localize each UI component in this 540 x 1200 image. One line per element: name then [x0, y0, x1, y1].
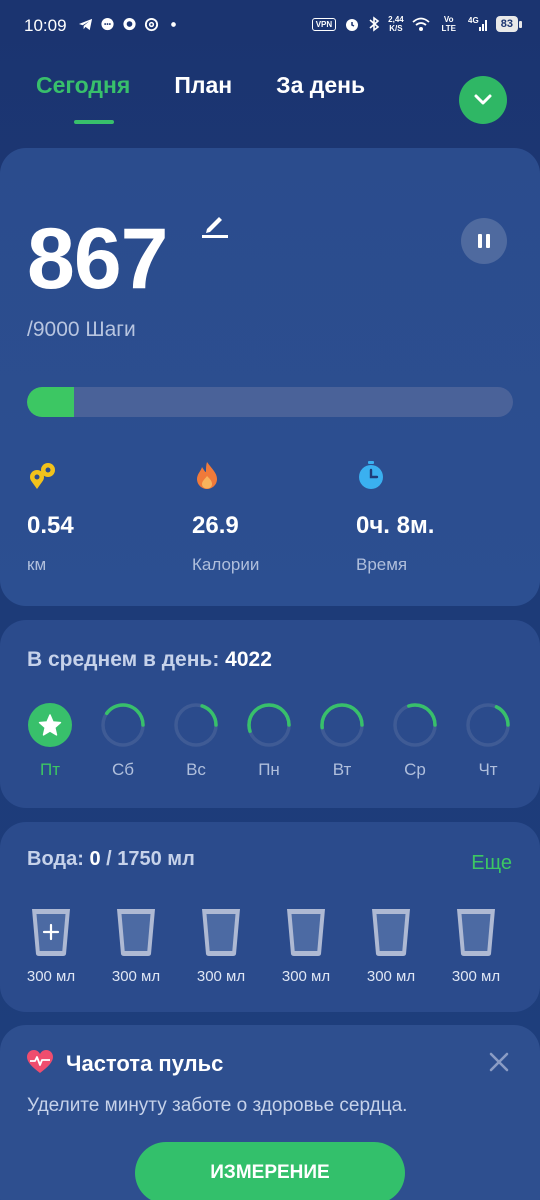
- day-label: Пт: [39, 760, 60, 779]
- day-label: Сб: [111, 760, 134, 779]
- distance-value: 0.54: [27, 512, 74, 539]
- day-5[interactable]: Вт: [319, 702, 365, 780]
- cup-volume-label: 300 мл: [196, 968, 246, 985]
- dot-icon: [171, 22, 176, 27]
- tab-today[interactable]: Сегодня: [36, 72, 130, 124]
- water-current: 0: [89, 848, 101, 870]
- pause-icon: [478, 234, 482, 248]
- timer-icon: [359, 461, 383, 489]
- daily-average-card: В среднем в день: 4022 Пт Сб Вс Пн Вт Ср Чт: [0, 620, 540, 808]
- cup-volume-label: 300 мл: [451, 968, 501, 985]
- steps-card: 867 /9000 Шаги 0.54 км 26.9 Калории 0ч. …: [0, 148, 540, 606]
- water-card: Вода: 0 / 1750 мл Еще 300 мл 300 мл 300 мл…: [0, 822, 540, 1012]
- cup-volume-label: 300 мл: [281, 968, 331, 985]
- day-progress-ring: [320, 703, 364, 747]
- star-icon: [28, 703, 72, 747]
- bluetooth-icon: [369, 16, 380, 32]
- tab-per-day[interactable]: За день: [276, 72, 365, 99]
- water-glass-icon: [372, 909, 410, 956]
- system-icons: VPN 2,44 K/S Vo LTE 4G 83: [311, 15, 523, 33]
- day-label: Вт: [332, 760, 352, 779]
- water-goal: / 1750 мл: [106, 848, 195, 870]
- distance-label: км: [27, 555, 47, 574]
- add-water-cup[interactable]: 300 мл: [20, 906, 82, 985]
- steps-count: 867: [27, 211, 168, 307]
- day-6[interactable]: Ср: [392, 702, 438, 780]
- tab-plan[interactable]: План: [174, 72, 232, 99]
- water-cup[interactable]: 300 мл: [105, 906, 167, 985]
- svg-text:4G: 4G: [468, 16, 479, 25]
- network-speed: 2,44 K/S: [388, 15, 404, 33]
- edit-pencil-icon[interactable]: [198, 208, 230, 240]
- top-tabs: Сегодня План За день: [36, 72, 409, 124]
- water-glass-icon: [287, 909, 325, 956]
- signal-icon: 4G: [468, 16, 487, 31]
- status-time: 10:09: [24, 16, 67, 35]
- day-label: Вс: [186, 760, 206, 779]
- day-3[interactable]: Вс: [173, 702, 219, 780]
- daily-average-value: 4022: [225, 648, 272, 671]
- notification-icons: [78, 17, 181, 32]
- water-cup[interactable]: 300 мл: [445, 906, 507, 985]
- distance-icon: [30, 463, 55, 489]
- calories-value: 26.9: [192, 512, 239, 539]
- day-2[interactable]: Сб: [100, 702, 146, 780]
- alarm-icon: [346, 19, 359, 31]
- water-cup[interactable]: 300 мл: [360, 906, 422, 985]
- water-cup[interactable]: 300 мл: [275, 906, 337, 985]
- vpn-indicator: VPN: [311, 17, 337, 31]
- volte-indicator: Vo LTE: [441, 15, 456, 33]
- chevron-down-icon: [474, 94, 492, 105]
- day-label: Чт: [478, 760, 498, 779]
- calories-label: Калории: [192, 555, 260, 574]
- calories-flame-icon: [197, 462, 217, 489]
- daily-average-title: В среднем в день: 4022: [27, 648, 272, 671]
- day-progress-ring: [466, 703, 510, 747]
- time-value: 0ч. 8м.: [356, 512, 435, 539]
- cup-volume-label: 300 мл: [366, 968, 416, 985]
- battery-indicator: 83: [495, 16, 523, 32]
- day-progress-ring: [101, 703, 145, 747]
- steps-progress-fill: [27, 387, 74, 417]
- water-glass-icon: [457, 909, 495, 956]
- pulse-card: Частота пульс Уделите минуту заботе о зд…: [0, 1025, 540, 1200]
- cup-volume-label: 300 мл: [111, 968, 161, 985]
- pulse-description: Уделите минуту заботе о здоровье сердца.: [27, 1095, 408, 1116]
- water-more-link[interactable]: Еще: [471, 852, 512, 875]
- day-1[interactable]: Пт: [27, 702, 73, 780]
- day-4[interactable]: Пн: [246, 702, 292, 780]
- steps-goal: /9000 Шаги: [27, 318, 136, 341]
- wifi-icon: [412, 17, 430, 31]
- day-7[interactable]: Чт: [465, 702, 511, 780]
- water-glass-icon: [117, 909, 155, 956]
- day-progress-ring: [247, 703, 291, 747]
- expand-button[interactable]: [459, 76, 507, 124]
- heart-pulse-icon: [27, 1050, 53, 1073]
- pulse-title: Частота пульс: [66, 1051, 224, 1076]
- cup-volume-label: 300 мл: [26, 968, 76, 985]
- threads-icon: [144, 17, 159, 32]
- pause-button[interactable]: [461, 218, 507, 264]
- chat-icon: [101, 17, 114, 31]
- day-progress-ring: [174, 703, 218, 747]
- close-icon[interactable]: [488, 1051, 510, 1073]
- day-label: Ср: [404, 760, 426, 779]
- status-bar: 10:09 VPN 2,44 K/S Vo LTE 4G 83: [0, 0, 540, 52]
- steps-progress-bar: [27, 387, 513, 417]
- message-icon: [123, 17, 136, 31]
- time-label: Время: [356, 555, 408, 574]
- water-cup[interactable]: 300 мл: [190, 906, 252, 985]
- day-progress-ring: [393, 703, 437, 747]
- telegram-icon: [78, 18, 93, 31]
- water-glass-icon: [32, 909, 70, 956]
- measure-button[interactable]: ИЗМЕРЕНИЕ: [135, 1142, 405, 1200]
- water-title: Вода: 0 / 1750 мл: [27, 848, 195, 870]
- water-glass-icon: [202, 909, 240, 956]
- day-label: Пн: [258, 760, 280, 779]
